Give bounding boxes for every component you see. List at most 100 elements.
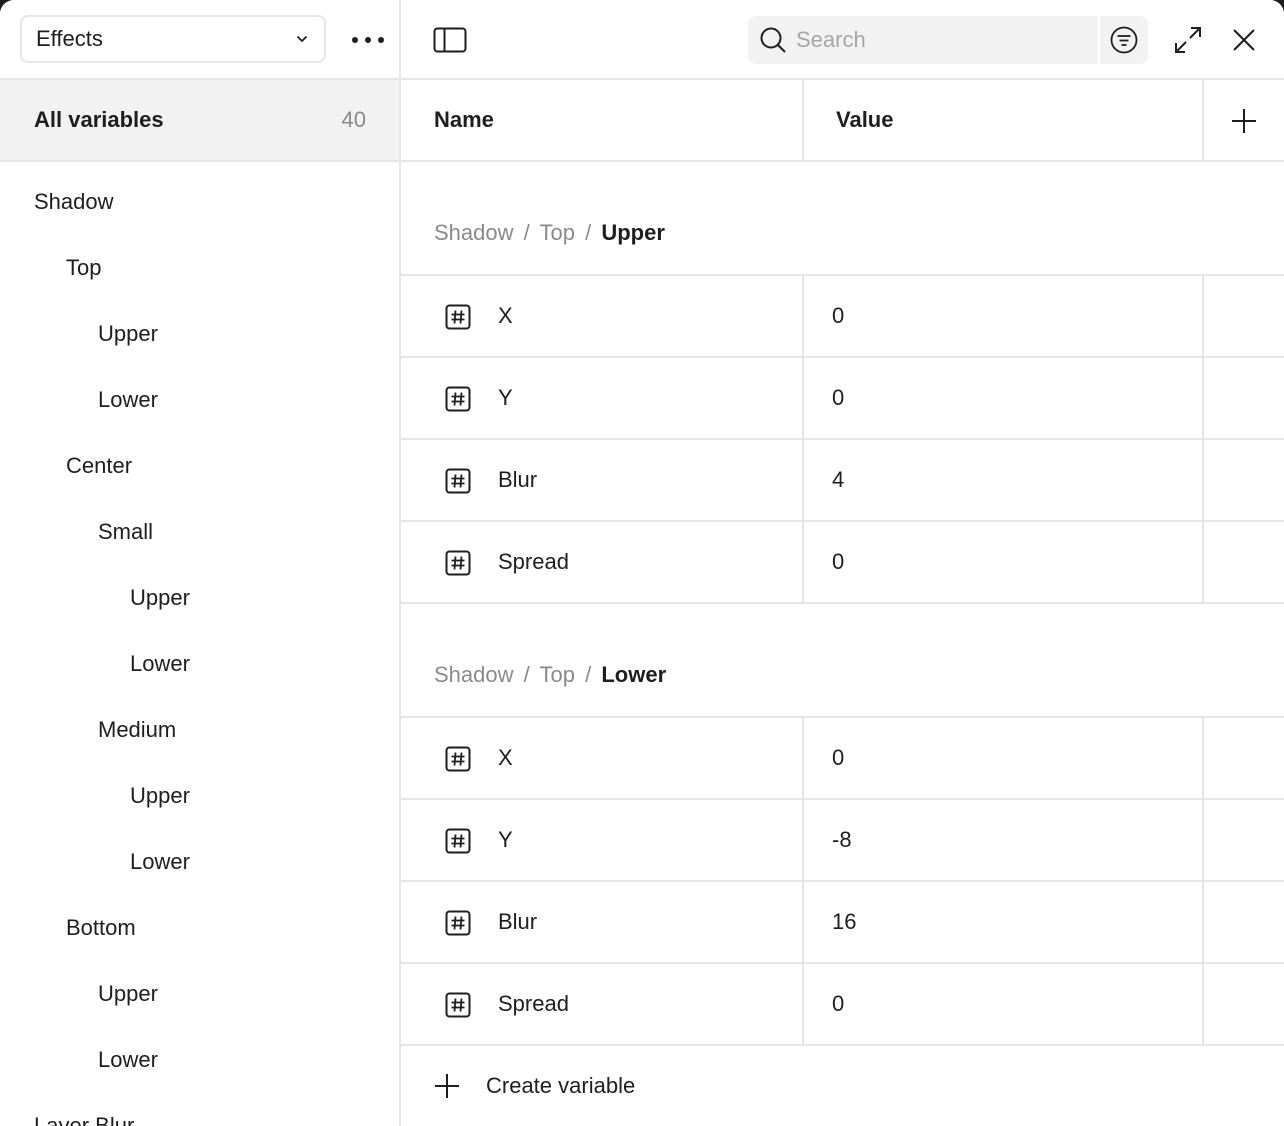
value-column-header: Value	[836, 107, 894, 132]
column-header-row: Name Value	[401, 80, 1284, 162]
tree-item-top-lower[interactable]: Lower	[0, 367, 399, 433]
variable-value[interactable]: 0	[832, 276, 844, 356]
tree-item-small-lower[interactable]: Lower	[0, 631, 399, 697]
tree-item-label: Lower	[98, 387, 158, 412]
tree-item-bottom-upper[interactable]: Upper	[0, 961, 399, 1027]
variable-value[interactable]: 4	[832, 440, 844, 520]
number-icon	[445, 468, 471, 494]
create-variable-label: Create variable	[486, 1073, 636, 1098]
variable-name: X	[498, 303, 513, 328]
sidebar: Effects All variables 40 Shadow Top Uppe…	[0, 0, 401, 1126]
all-variables-count: 40	[341, 107, 366, 132]
all-variables-item[interactable]: All variables 40	[0, 80, 399, 162]
tree-item-medium-upper[interactable]: Upper	[0, 763, 399, 829]
variable-name: Spread	[498, 991, 569, 1016]
path-separator: /	[523, 662, 530, 687]
variable-value[interactable]: 0	[832, 522, 844, 602]
variable-value[interactable]: 0	[832, 358, 844, 438]
tree-item-label: Center	[66, 453, 133, 478]
number-icon	[445, 910, 471, 936]
number-icon	[445, 386, 471, 412]
variable-row[interactable]: Blur 4	[401, 440, 1284, 520]
group-path-leaf: Upper	[601, 220, 665, 245]
filter-icon	[1110, 26, 1138, 54]
tree-item-bottom[interactable]: Bottom	[0, 895, 399, 961]
tree-item-center[interactable]: Center	[0, 433, 399, 499]
number-icon	[445, 992, 471, 1018]
search-input[interactable]	[796, 27, 1086, 53]
group-path-leaf: Lower	[601, 662, 667, 687]
expand-button[interactable]	[1168, 20, 1208, 60]
tree-item-label: Upper	[130, 585, 190, 610]
sidebar-panel-icon	[433, 27, 467, 53]
group-path-segment: Shadow	[434, 220, 514, 245]
tree-item-label: Upper	[98, 981, 158, 1006]
group-title: Shadow / Top / Lower	[434, 662, 666, 692]
add-mode-button[interactable]	[1223, 100, 1265, 142]
tree-item-label: Lower	[130, 849, 190, 874]
expand-icon	[1175, 27, 1201, 53]
variable-row[interactable]: Blur 16	[401, 882, 1284, 962]
search-box	[748, 16, 1098, 64]
tree-item-center-small[interactable]: Small	[0, 499, 399, 565]
variable-row[interactable]: X 0	[401, 276, 1284, 356]
variable-value[interactable]: 16	[832, 882, 856, 962]
tree-item-label: Layer Blur	[34, 1113, 135, 1126]
tree-item-shadow[interactable]: Shadow	[0, 169, 399, 235]
group-title: Shadow / Top / Upper	[434, 220, 665, 250]
group-path-segment: Top	[539, 220, 575, 245]
variable-row[interactable]: Spread 0	[401, 522, 1284, 602]
variable-name: Blur	[498, 467, 538, 492]
row-divider	[401, 602, 1284, 604]
search-icon	[760, 27, 786, 53]
filter-button[interactable]	[1100, 16, 1148, 64]
number-icon	[445, 828, 471, 854]
variable-value[interactable]: 0	[832, 964, 844, 1044]
variable-row[interactable]: X 0	[401, 718, 1284, 798]
path-separator: /	[523, 220, 530, 245]
tree-item-bottom-lower[interactable]: Lower	[0, 1027, 399, 1093]
ellipsis-icon	[352, 37, 384, 43]
variable-row[interactable]: Spread 0	[401, 964, 1284, 1044]
variable-name: Y	[498, 385, 513, 410]
group-path-segment: Top	[539, 662, 575, 687]
tree-item-medium-lower[interactable]: Lower	[0, 829, 399, 895]
toggle-sidebar-button[interactable]	[429, 22, 471, 58]
tree-item-label: Upper	[98, 321, 158, 346]
plus-icon	[435, 1074, 459, 1098]
path-separator: /	[585, 220, 592, 245]
collection-select[interactable]: Effects	[20, 15, 326, 63]
tree-item-top-upper[interactable]: Upper	[0, 301, 399, 367]
variable-name: X	[498, 745, 513, 770]
more-options-button[interactable]	[344, 20, 392, 60]
number-icon	[445, 304, 471, 330]
chevron-down-icon	[294, 31, 310, 47]
variable-row[interactable]: Y 0	[401, 358, 1284, 438]
collection-select-label: Effects	[36, 26, 103, 51]
close-icon	[1233, 29, 1255, 51]
tree-item-top[interactable]: Top	[0, 235, 399, 301]
create-variable-button[interactable]: Create variable	[434, 1066, 635, 1106]
plus-icon	[1232, 109, 1256, 133]
variable-value[interactable]: -8	[832, 800, 852, 880]
tree-item-center-medium[interactable]: Medium	[0, 697, 399, 763]
number-icon	[445, 550, 471, 576]
close-button[interactable]	[1224, 20, 1264, 60]
variable-row[interactable]: Y -8	[401, 800, 1284, 880]
variable-name: Spread	[498, 549, 569, 574]
variable-value[interactable]: 0	[832, 718, 844, 798]
path-separator: /	[585, 662, 592, 687]
column-divider	[1202, 80, 1204, 162]
row-divider	[401, 1044, 1284, 1046]
tree-item-label: Medium	[98, 717, 177, 742]
group-path-segment: Shadow	[434, 662, 514, 687]
tree-item-label: Lower	[98, 1047, 158, 1072]
name-column-header: Name	[434, 107, 494, 132]
tree-item-layer-blur[interactable]: Layer Blur	[0, 1093, 399, 1126]
tree-item-label: Lower	[130, 651, 190, 676]
all-variables-label: All variables	[34, 107, 164, 132]
number-icon	[445, 746, 471, 772]
tree-item-label: Shadow	[34, 189, 114, 214]
tree-item-small-upper[interactable]: Upper	[0, 565, 399, 631]
variables-window: Effects All variables 40 Shadow Top Uppe…	[0, 0, 1284, 1126]
